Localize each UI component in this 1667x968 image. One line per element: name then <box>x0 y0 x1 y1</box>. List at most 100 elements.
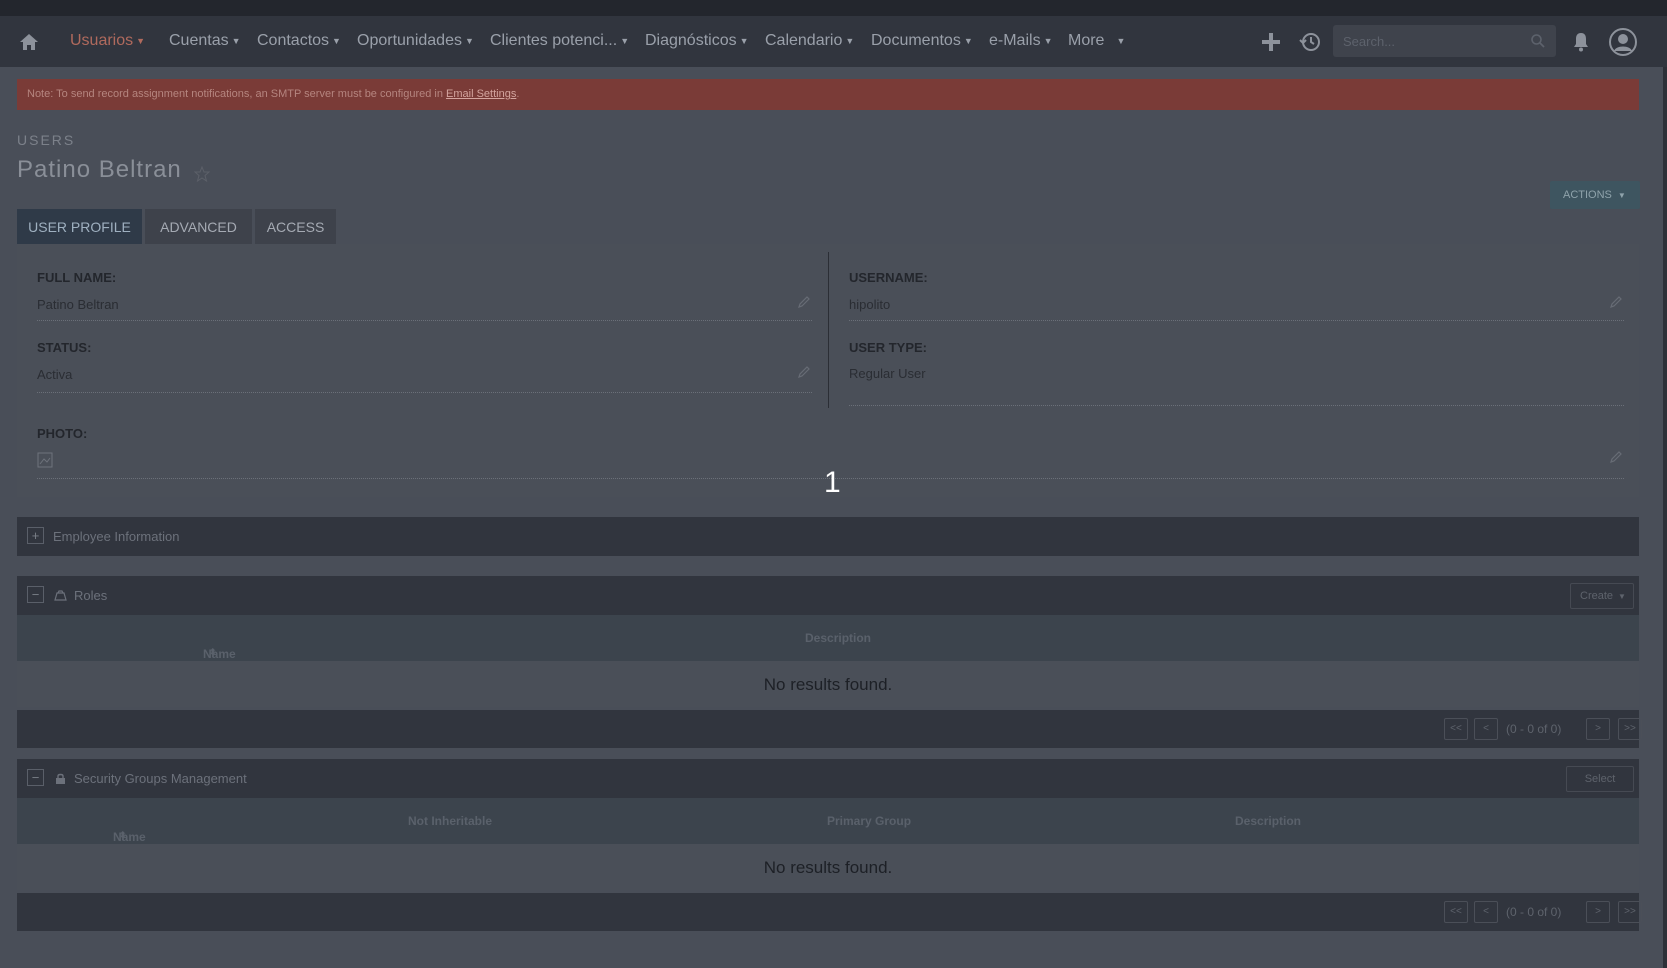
page-scrollbar[interactable] <box>1663 67 1667 968</box>
nav-more[interactable]: More ▼ <box>1068 32 1125 50</box>
user-avatar-icon[interactable] <box>1608 27 1638 57</box>
nav-cuentas[interactable]: Cuentas ▼ <box>169 32 241 50</box>
security-groups-pagination: << < (0 - 0 of 0) > >> <box>17 893 1642 931</box>
next-page-button[interactable]: > <box>1586 718 1610 740</box>
search-icon[interactable] <box>1530 33 1546 49</box>
tab-access[interactable]: ACCESS <box>255 209 336 244</box>
lock-icon <box>56 773 65 784</box>
chevron-down-icon: ▼ <box>963 35 973 46</box>
tab-user-profile[interactable]: USER PROFILE <box>17 209 142 244</box>
column-description: Description <box>805 631 872 645</box>
full-name-value[interactable]: Patino Beltran <box>37 297 119 312</box>
roles-title: Roles <box>74 588 108 603</box>
chevron-down-icon: ▼ <box>1618 592 1626 601</box>
column-description: Description <box>1235 814 1302 828</box>
smtp-notice: Note: To send record assignment notifica… <box>17 79 1639 110</box>
column-name-label: Name <box>203 647 236 661</box>
pencil-icon[interactable] <box>1609 450 1623 464</box>
chevron-down-icon: ▼ <box>136 35 146 46</box>
nav-label: Usuarios <box>70 32 134 49</box>
security-groups-column-header: Name ⬍ Not Inheritable Primary Group Desc… <box>17 798 1639 844</box>
chevron-down-icon: ▼ <box>231 35 241 46</box>
field-divider <box>849 320 1624 321</box>
browser-top-strip <box>0 0 1667 19</box>
first-page-button[interactable]: << <box>1444 718 1468 740</box>
page-info: (0 - 0 of 0) <box>1506 905 1562 919</box>
pencil-icon[interactable] <box>797 295 811 309</box>
security-groups-header: − Security Groups Management Select <box>17 759 1639 798</box>
nav-emails[interactable]: e-Mails ▼ <box>989 32 1052 50</box>
column-primary-group: Primary Group <box>827 814 912 828</box>
broken-image-icon <box>37 452 53 468</box>
pencil-icon[interactable] <box>1609 295 1623 309</box>
pencil-icon[interactable] <box>797 365 811 379</box>
sort-icon[interactable]: ⬍ <box>119 830 127 841</box>
chevron-down-icon: ▼ <box>620 35 630 46</box>
username-value[interactable]: hipolito <box>849 297 890 312</box>
chevron-down-icon: ▼ <box>332 35 341 46</box>
prev-page-button[interactable]: < <box>1474 901 1498 923</box>
chevron-down-icon: ▼ <box>464 35 474 46</box>
user-type-value: Regular User <box>849 366 926 381</box>
nav-documentos[interactable]: Documentos ▼ <box>871 32 973 50</box>
nav-calendario[interactable]: Calendario ▼ <box>765 32 854 50</box>
select-button[interactable]: Select <box>1566 766 1634 792</box>
chevron-down-icon: ▼ <box>1043 35 1053 46</box>
column-not-inheritable: Not Inheritable <box>408 814 493 828</box>
next-page-button[interactable]: > <box>1586 901 1610 923</box>
create-button[interactable]: Create ▼ <box>1570 583 1634 609</box>
prev-page-button[interactable]: < <box>1474 718 1498 740</box>
last-page-button[interactable]: >> <box>1618 718 1642 740</box>
chevron-down-icon: ▼ <box>739 35 749 46</box>
bell-icon[interactable] <box>1569 30 1593 54</box>
nav-clientes-potenciales[interactable]: Clientes potenci... ▼ <box>490 32 629 50</box>
expand-toggle[interactable]: + <box>27 527 44 544</box>
field-divider <box>849 405 1624 406</box>
page-title: Patino Beltran <box>17 156 182 183</box>
chevron-down-icon: ▼ <box>845 35 855 46</box>
actions-button[interactable]: ACTIONS ▼ <box>1550 181 1640 209</box>
nav-oportunidades[interactable]: Oportunidades ▼ <box>357 32 474 50</box>
nav-label: e-Mails <box>989 32 1041 49</box>
roles-pagination: << < (0 - 0 of 0) > >> <box>17 710 1642 748</box>
last-page-button[interactable]: >> <box>1618 901 1642 923</box>
nav-label: More <box>1068 32 1105 49</box>
status-value[interactable]: Activa <box>37 367 72 382</box>
first-page-button[interactable]: << <box>1444 901 1468 923</box>
employee-information-title: Employee Information <box>53 529 180 544</box>
nav-usuarios[interactable]: Usuarios ▼ <box>70 32 145 50</box>
field-divider <box>37 392 812 393</box>
username-label: USERNAME: <box>849 270 928 285</box>
roles-icon <box>54 590 67 601</box>
module-label: USERS <box>17 132 76 148</box>
search-input[interactable] <box>1333 25 1513 57</box>
nav-label: Cuentas <box>169 32 229 49</box>
notice-text: Note: To send record assignment notifica… <box>27 88 447 100</box>
tab-advanced[interactable]: ADVANCED <box>145 209 252 244</box>
home-icon[interactable] <box>17 30 41 54</box>
status-label: STATUS: <box>37 340 92 355</box>
field-divider <box>37 320 812 321</box>
sort-icon[interactable]: ⬍ <box>209 647 217 658</box>
collapse-toggle[interactable]: − <box>27 769 44 786</box>
step-overlay-number: 1 <box>824 466 841 499</box>
history-icon[interactable] <box>1298 30 1322 54</box>
roles-column-header: Name ⬍ Description <box>17 615 1639 661</box>
nav-label: Clientes potenci... <box>490 32 618 49</box>
global-search[interactable] <box>1333 25 1556 57</box>
star-icon[interactable] <box>194 166 210 182</box>
plus-icon[interactable] <box>1259 30 1283 54</box>
email-settings-link[interactable]: Email Settings <box>446 88 516 100</box>
nav-contactos[interactable]: Contactos ▼ <box>257 32 341 50</box>
column-name-label: Name <box>113 830 146 844</box>
top-navbar: Usuarios ▼ Cuentas ▼ Contactos ▼ Oportunida… <box>0 16 1667 67</box>
actions-label: ACTIONS <box>1563 189 1612 201</box>
nav-label: Oportunidades <box>357 32 462 49</box>
security-groups-title: Security Groups Management <box>74 771 247 786</box>
user-type-label: USER TYPE: <box>849 340 928 355</box>
column-divider <box>828 252 829 408</box>
page-info: (0 - 0 of 0) <box>1506 722 1562 736</box>
collapse-toggle[interactable]: − <box>27 586 44 603</box>
employee-information-header[interactable]: + Employee Information <box>17 517 1639 556</box>
nav-diagnosticos[interactable]: Diagnósticos ▼ <box>645 32 749 50</box>
